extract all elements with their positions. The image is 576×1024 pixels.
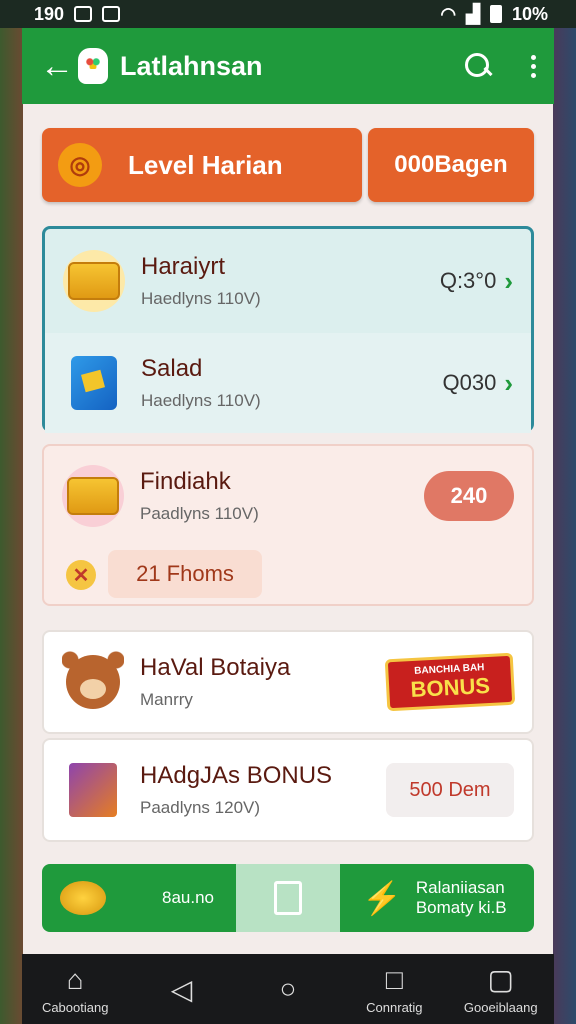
nav-recents[interactable]: □ Connratig — [346, 964, 442, 1015]
find-title: Findiahk — [140, 468, 231, 495]
bear-icon — [62, 651, 124, 713]
demo-button[interactable]: 500 Dem — [386, 763, 514, 817]
app-logo — [78, 48, 108, 84]
nav-back[interactable]: ◁ — [134, 973, 230, 1006]
find-subtitle: Paadlyns 110V) — [140, 504, 259, 523]
gold-value: 8au.no — [162, 888, 214, 907]
status-bar: 190 ◠ ▟ 10% — [0, 0, 576, 28]
back-triangle-icon: ◁ — [170, 973, 193, 1005]
page-title: Latlahnsan — [120, 50, 263, 81]
task-title: Salad — [141, 355, 203, 382]
nav-label: Cabootiang — [41, 999, 109, 1015]
chevron-right-icon[interactable]: › — [504, 368, 513, 399]
bonus-subtitle: Paadlyns 120V) — [140, 798, 261, 817]
level-badge-label: 000Bagen — [394, 151, 508, 178]
bonus-action-line2: Bomaty ki.B — [415, 898, 507, 917]
square-icon: □ — [385, 963, 403, 995]
battery-level: 10% — [511, 3, 548, 24]
task-value: Q030 — [442, 370, 497, 395]
wifi-icon: ◠ — [440, 3, 457, 24]
bear-subtitle: Manrry — [140, 690, 193, 709]
trash-icon — [274, 881, 302, 915]
daily-level-label: Level Harian — [128, 149, 283, 180]
task-card: Haraiyrt Haedlyns 110V) Q:3°0 › Salad Ha… — [42, 226, 534, 433]
book-icon — [62, 759, 124, 821]
blue-box-icon — [63, 352, 125, 414]
task-value: Q:3°0 — [439, 268, 497, 293]
chevron-right-icon[interactable]: › — [504, 266, 513, 297]
target-icon: ◎ — [58, 143, 102, 187]
lightning-icon: ⚡ — [362, 880, 402, 916]
bonus-title: HAdgJAs BONUS — [140, 762, 333, 789]
bonus-action-line1: Ralaniiasan — [415, 878, 505, 897]
circle-icon: ○ — [279, 973, 297, 1004]
task-title: Haraiyrt — [141, 253, 226, 280]
bonus-banner[interactable]: BANCHIA BAH BONUS — [384, 652, 516, 712]
chest-icon — [63, 250, 125, 312]
status-time: 190 — [34, 3, 65, 24]
trash-button[interactable] — [236, 864, 340, 932]
battery-icon — [489, 5, 502, 23]
signal-icon: ▟ — [466, 3, 480, 24]
home-icon: ⌂ — [66, 963, 84, 995]
task-subtitle: Haedlyns 110V) — [141, 289, 261, 308]
chat-icon: ▢ — [487, 964, 514, 995]
app-notification-icon — [102, 6, 121, 22]
task-subtitle: Haedlyns 110V) — [141, 391, 261, 410]
app-bar: ← Latlahnsan — [22, 28, 554, 104]
close-icon[interactable]: ✕ — [66, 560, 96, 590]
nav-label: Connratig — [366, 999, 423, 1015]
find-value-pill[interactable]: 240 — [424, 471, 514, 521]
navigation-bar: ⌂ Cabootiang ◁ ○ □ Connratig ▢ Gooeiblaa… — [22, 954, 554, 1024]
nav-chat[interactable]: ▢ Gooeiblaang — [453, 963, 549, 1015]
level-badge-button[interactable]: 000Bagen — [368, 128, 534, 202]
notification-icon — [74, 6, 93, 22]
nav-home-circle[interactable]: ○ — [240, 973, 336, 1005]
bonus-card[interactable]: HAdgJAs BONUS Paadlyns 120V) 500 Dem — [42, 738, 534, 842]
bonus-row: HAdgJAs BONUS Paadlyns 120V) 500 Dem — [44, 740, 532, 840]
bear-title: HaVal Botaiya — [140, 654, 291, 681]
daily-level-button[interactable]: ◎ Level Harian — [42, 128, 362, 202]
bonus-banner-label: BONUS — [409, 672, 491, 702]
bear-card[interactable]: HaVal Botaiya Manrry BANCHIA BAH BONUS — [42, 630, 534, 734]
nav-label: Gooeiblaang — [463, 1000, 538, 1015]
nav-home[interactable]: ⌂ Cabootiang — [27, 964, 123, 1015]
hours-pill[interactable]: 21 Fhoms — [108, 550, 262, 598]
treasure-chest-icon — [62, 465, 124, 527]
more-options-icon[interactable] — [531, 54, 536, 78]
find-row[interactable]: Findiahk Paadlyns 110V) 240 — [44, 446, 532, 546]
task-row-salad[interactable]: Salad Haedlyns 110V) Q030 › — [45, 333, 531, 433]
gold-icon — [60, 881, 106, 915]
back-arrow-icon[interactable]: ← — [40, 47, 74, 86]
bonus-action-button[interactable]: ⚡ Ralaniiasan Bomaty ki.B — [340, 864, 534, 932]
bottom-action-bar: 8au.no ⚡ Ralaniiasan Bomaty ki.B — [42, 864, 534, 932]
task-row-haraiyrt[interactable]: Haraiyrt Haedlyns 110V) Q:3°0 › — [45, 231, 531, 331]
search-icon[interactable] — [465, 53, 491, 79]
gold-button[interactable]: 8au.no — [42, 864, 236, 932]
bear-row: HaVal Botaiya Manrry BANCHIA BAH BONUS — [44, 632, 532, 732]
daily-level-bar: ◎ Level Harian 000Bagen — [42, 128, 534, 202]
find-card: Findiahk Paadlyns 110V) 240 ✕ 21 Fhoms — [42, 444, 534, 606]
